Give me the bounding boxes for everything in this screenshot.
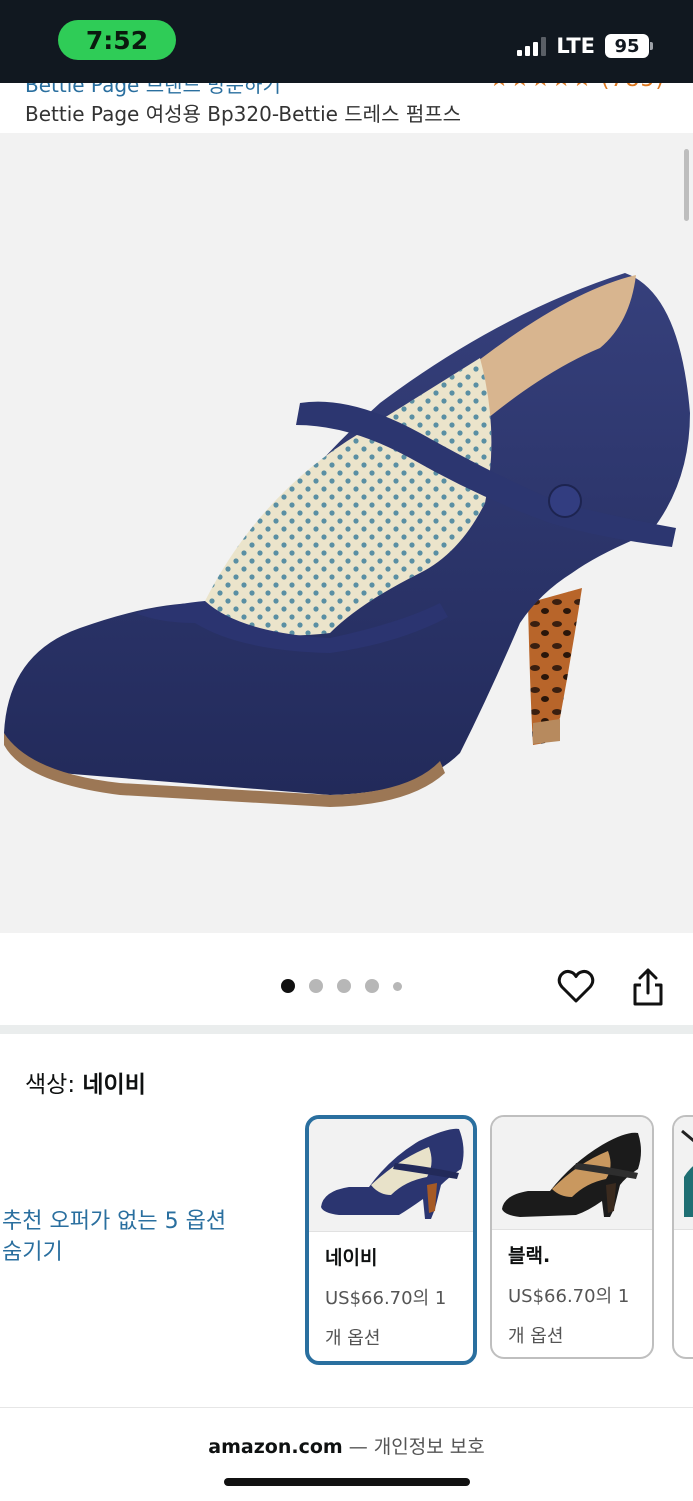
home-indicator[interactable] (224, 1478, 470, 1486)
swatch-shoe-image (681, 1129, 693, 1217)
signal-icon (517, 36, 547, 56)
heart-icon (557, 969, 595, 1003)
section-divider (0, 1025, 693, 1034)
swatch-name: 블랙. (508, 1245, 551, 1267)
color-swatch-black[interactable]: 블랙. US$66.70의 1 개 옵션 (490, 1115, 654, 1359)
hide-options-link[interactable]: 추천 오퍼가 없는 5 옵션 숨기기 (2, 1206, 240, 1268)
color-label: 색상: 네이비 (25, 1065, 146, 1099)
carousel-dots[interactable] (281, 979, 402, 993)
color-label-prefix: 색상: (25, 1072, 83, 1098)
status-indicators: LTE 95 (517, 30, 653, 62)
product-header: Bettie Page 브랜드 방문하기 ★★★★★ (785) Bettie … (0, 83, 693, 133)
product-title: Bettie Page 여성용 Bp320-Bettie 드레스 펌프스 (25, 102, 462, 126)
color-swatch-navy[interactable]: 네이비 US$66.70의 1 개 옵션 (305, 1115, 477, 1365)
carousel-dot[interactable] (337, 979, 351, 993)
carousel-dot[interactable] (393, 981, 402, 991)
product-image-gallery[interactable] (0, 133, 693, 933)
share-icon (633, 968, 663, 1006)
swatch-price: US$66.70의 1 개 옵션 (325, 1288, 447, 1349)
status-bar: 7:52 LTE 95 (0, 0, 693, 83)
color-selected-value: 네이비 (82, 1072, 146, 1098)
swatch-thumbnail (674, 1117, 693, 1230)
footer-text: amazon.com — 개인정보 보호 (0, 1432, 693, 1459)
carousel-dot-active[interactable] (281, 979, 295, 993)
footer-separator: — (342, 1436, 374, 1458)
swatch-thumbnail (492, 1117, 652, 1230)
battery-icon: 95 (605, 34, 653, 58)
privacy-link[interactable]: 개인정보 보호 (374, 1436, 485, 1458)
status-time: 7:52 (58, 20, 176, 60)
carousel-dot[interactable] (309, 979, 323, 993)
product-image-shoe (4, 273, 690, 807)
gallery-controls (0, 933, 693, 1025)
swatch-shoe-image (502, 1132, 641, 1217)
swatch-shoe-image (321, 1128, 464, 1219)
browser-footer: amazon.com — 개인정보 보호 (0, 1407, 693, 1501)
swatch-name: 네이비 (325, 1247, 378, 1269)
network-type: LTE (556, 34, 595, 58)
swatch-thumbnail (309, 1119, 473, 1232)
footer-site[interactable]: amazon.com (208, 1436, 342, 1458)
share-button[interactable] (630, 967, 666, 1007)
wishlist-heart-button[interactable] (556, 967, 596, 1007)
battery-level: 95 (614, 35, 640, 57)
color-swatch-peek[interactable] (672, 1115, 693, 1359)
swatch-price: US$66.70의 1 개 옵션 (508, 1286, 630, 1347)
carousel-dot[interactable] (365, 979, 379, 993)
rating-stars[interactable]: ★★★★★ (785) (489, 83, 665, 92)
brand-store-link[interactable]: Bettie Page 브랜드 방문하기 (25, 83, 281, 98)
